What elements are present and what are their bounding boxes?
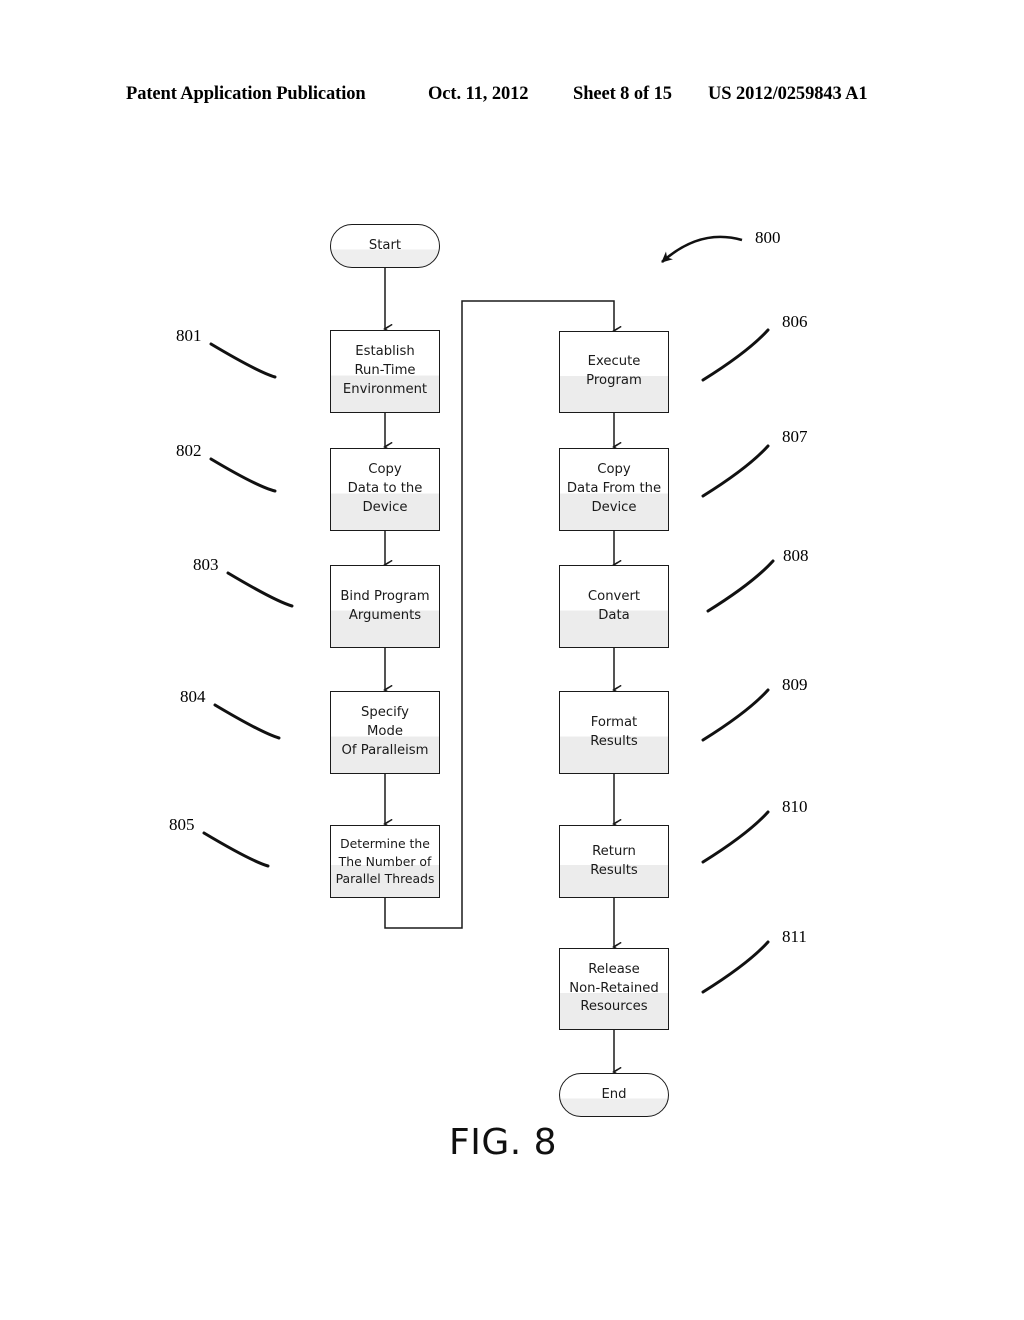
node-release-non-retained-resources[interactable]: Release Non-Retained Resources [559,948,669,1030]
ref-800-text: 800 [755,228,781,247]
ref-804-text: 804 [180,687,206,706]
ref-label-802: 802 [176,441,202,461]
node-establish-runtime-environment[interactable]: Establish Run-Time Environment [330,330,440,413]
node-execute-program[interactable]: Execute Program [559,331,669,413]
node-808-label: Convert Data [587,588,641,623]
figure-8-flowchart: Start Establish Run-Time Environment Cop… [0,0,1024,1320]
node-convert-data[interactable]: Convert Data [559,565,669,648]
node-811-label: Release Non-Retained Resources [569,961,659,1015]
node-805-label: Determine the The Number of Parallel Thr… [335,836,435,887]
node-return-results[interactable]: Return Results [559,825,669,898]
node-specify-mode-of-parallelism[interactable]: Specify Mode Of Paralleism [330,691,440,774]
node-803-label: Bind Program Arguments [340,588,430,623]
node-801-label: Establish Run-Time Environment [342,344,428,397]
node-807-label: Copy Data From the Device [566,462,662,515]
ref-label-810: 810 [782,797,808,817]
node-start[interactable]: Start [330,224,440,268]
left-leader-lines [202,342,294,868]
ref-label-809: 809 [782,675,808,695]
figure-caption: FIG. 8 [449,1122,558,1163]
ref-label-800: 800 [755,228,781,248]
node-bind-program-arguments[interactable]: Bind Program Arguments [330,565,440,648]
node-copy-data-from-device[interactable]: Copy Data From the Device [559,448,669,531]
node-copy-data-to-device[interactable]: Copy Data to the Device [330,448,440,531]
ref-label-803: 803 [193,555,219,575]
ref-label-806: 806 [782,312,808,332]
ref-808-text: 808 [783,546,809,565]
node-804-label: Specify Mode Of Paralleism [341,705,429,758]
ref-802-text: 802 [176,441,202,460]
ref-811-text: 811 [782,927,807,946]
ref-label-804: 804 [180,687,206,707]
node-end-label: End [601,1086,627,1102]
node-809-label: Format Results [590,714,638,749]
node-format-results[interactable]: Format Results [559,691,669,774]
ref-801-text: 801 [176,326,202,345]
right-leader-lines [701,328,775,994]
ref-806-text: 806 [782,312,808,331]
node-determine-number-of-parallel-threads[interactable]: Determine the The Number of Parallel Thr… [330,825,440,898]
node-802-label: Copy Data to the Device [347,462,423,515]
overall-reference-arrow [661,235,743,263]
node-806-label: Execute Program [586,354,642,388]
ref-805-text: 805 [169,815,195,834]
ref-label-811: 811 [782,927,807,947]
node-start-label: Start [368,237,402,253]
ref-807-text: 807 [782,427,808,446]
ref-label-807: 807 [782,427,808,447]
ref-809-text: 809 [782,675,808,694]
ref-label-801: 801 [176,326,202,346]
ref-label-808: 808 [783,546,809,566]
ref-label-805: 805 [169,815,195,835]
ref-803-text: 803 [193,555,219,574]
node-end[interactable]: End [559,1073,669,1117]
ref-810-text: 810 [782,797,808,816]
node-810-label: Return Results [590,843,638,878]
